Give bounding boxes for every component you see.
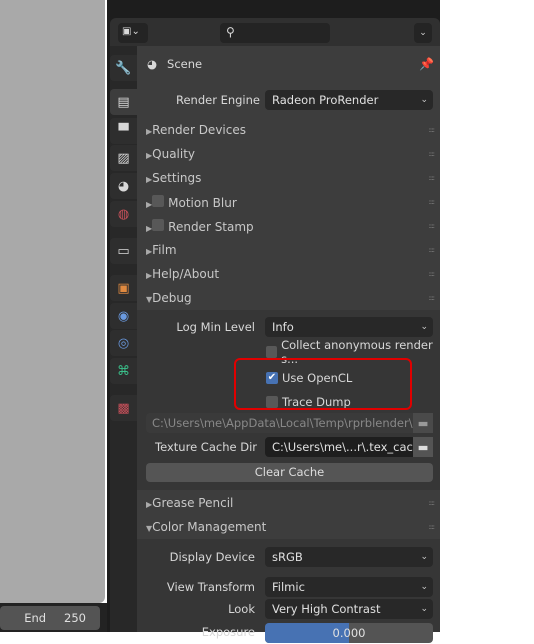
panel-render-stamp[interactable]: ▶ Render Stamp:::: [137,214,440,238]
end-value: 250 [64,611,86,625]
log-row: Log Min Level Info ⌄ [137,315,440,339]
scene-tab-icon[interactable]: ◕ [110,173,137,199]
chevron-down-icon: ⌄ [420,322,428,332]
texture-cache-field[interactable]: C:\Users\me\...r\.tex_cache [265,437,413,457]
view-layer-tab-icon[interactable]: ▨ [110,145,137,171]
physics-tab-icon[interactable]: ◉ [110,303,137,329]
panel-motion-blur[interactable]: ▶ Motion Blur:::: [137,190,440,214]
clear-cache-button[interactable]: Clear Cache [146,463,433,482]
view-value: Filmic [272,580,305,594]
drag-grip-icon[interactable]: :::: [429,246,436,254]
chevron-down-icon: ⌄ [420,95,428,105]
drag-grip-icon[interactable]: :::: [429,150,436,158]
panel-title: Debug [152,291,192,305]
panel-title: Motion Blur [168,195,237,210]
panel-title: Color Management [152,520,267,534]
look-dropdown[interactable]: Very High Contrast ⌄ [265,599,433,619]
scene-icon: ◕ [147,57,158,71]
exposure-label: Exposure [201,625,255,639]
look-label: Look [228,602,255,616]
view-transform-label: View Transform [166,580,255,594]
render-engine-row: Render Engine Radeon ProRender ⌄ [137,88,440,112]
panel-grease-pencil[interactable]: ▶Grease Pencil :::: [137,491,440,515]
panel-settings[interactable]: ▶Settings:::: [137,166,440,190]
display-device-label: Display Device [169,550,255,564]
panel-title: Render Stamp [168,219,254,234]
exposure-value: 0.000 [332,626,366,640]
display-device-dropdown[interactable]: sRGB ⌄ [265,547,433,567]
context-row: ◕ Scene 📌 [137,52,440,76]
drag-grip-icon[interactable]: :::: [429,523,436,531]
end-frame-field[interactable]: End 250 [0,606,100,630]
editor-type-button[interactable]: ▣⌄ [118,23,148,43]
checkbox[interactable] [152,218,165,231]
drag-grip-icon[interactable]: :::: [429,270,436,278]
exposure-slider[interactable]: 0.000 [265,623,433,643]
panel-render-devices[interactable]: ▶Render Devices:::: [137,118,440,142]
drag-grip-icon[interactable]: :::: [429,222,436,230]
log-min-level-dropdown[interactable]: Info ⌄ [265,317,433,337]
panel-title: Help/About [152,267,220,281]
panel-title: Render Devices [152,123,246,137]
panel-debug[interactable]: ▼Debug :::: [137,286,440,310]
render-engine-value: Radeon ProRender [272,93,379,107]
object-tab-icon[interactable]: ▣ [110,275,137,301]
options-dropdown[interactable]: ⌄ [414,23,432,43]
drag-grip-icon[interactable]: :::: [429,198,436,206]
panel-title: Settings [152,171,202,185]
output-tab-icon[interactable]: ▀ [110,118,137,144]
folder-icon[interactable]: ▬ [413,413,433,433]
texture-cache-label: Texture Cache Dir [155,440,257,454]
constraints-tab-icon[interactable]: ◎ [110,330,137,356]
tool-tab-icon[interactable]: 🔧 [110,55,137,81]
chevron-down-icon: ⌄ [420,582,428,592]
search-icon: ⚲ [226,25,235,39]
texture-tab-icon[interactable]: ▩ [110,395,137,421]
log-min-level-label: Log Min Level [176,320,255,334]
3d-viewport[interactable] [0,0,105,603]
drag-grip-icon[interactable]: :::: [429,174,436,182]
checkbox[interactable] [266,346,278,358]
checkbox[interactable] [152,194,165,207]
render-tab-icon[interactable]: ▤ [110,89,137,115]
highlight-box [234,358,412,410]
chevron-down-icon: ⌄ [420,604,428,614]
world-tab-icon[interactable]: ◍ [110,201,137,227]
panel-film[interactable]: ▶Film:::: [137,238,440,262]
panel-title: Quality [152,147,196,161]
log-value: Info [272,320,294,334]
render-engine-label: Render Engine [175,93,260,107]
object-data-tab-icon[interactable]: ⌘ [110,358,137,384]
view-transform-dropdown[interactable]: Filmic ⌄ [265,577,433,597]
trace-path-field[interactable]: C:\Users\me\AppData\Local\Temp\rprblende… [146,413,413,433]
folder-icon[interactable]: ▬ [413,437,433,457]
drag-grip-icon[interactable]: :::: [429,126,436,134]
display-value: sRGB [272,550,303,564]
drag-grip-icon[interactable]: :::: [429,294,436,302]
collection-tab-icon[interactable]: ▭ [110,238,137,264]
panel-color-management[interactable]: ▼Color Management :::: [137,515,440,539]
panel-quality[interactable]: ▶Quality:::: [137,142,440,166]
render-engine-dropdown[interactable]: Radeon ProRender ⌄ [265,90,433,110]
chevron-down-icon: ⌄ [420,552,428,562]
drag-grip-icon[interactable]: :::: [429,499,436,507]
pin-icon[interactable]: 📌 [419,57,434,71]
panel-help-about[interactable]: ▶Help/About:::: [137,262,440,286]
panel-title: Film [152,243,177,257]
search-input[interactable]: ⚲ [220,23,330,43]
look-value: Very High Contrast [272,602,381,616]
context-title: Scene [167,57,203,71]
panel-title: Grease Pencil [152,496,234,510]
end-label: End [24,611,47,625]
